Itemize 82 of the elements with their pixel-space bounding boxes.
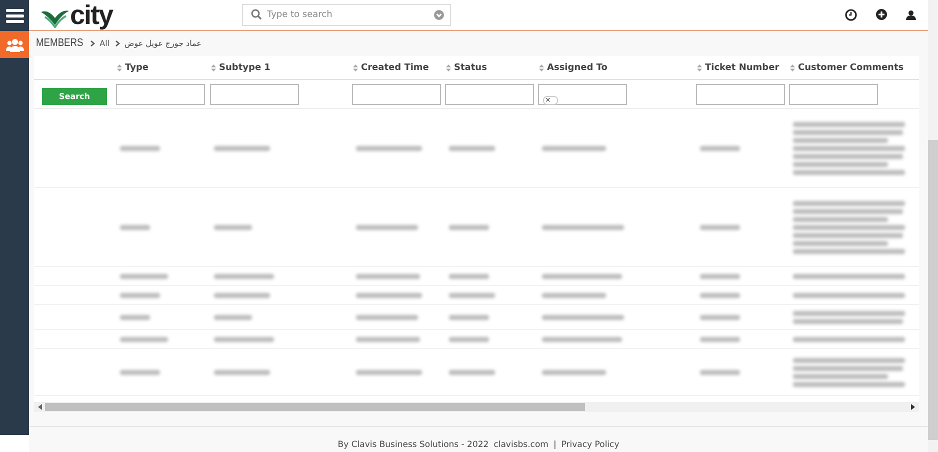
scroll-left-icon[interactable] [38,404,42,410]
blurred-text [449,292,495,298]
blurred-text [449,224,489,230]
chevron-icon [90,40,95,47]
blurred-text [214,274,274,279]
vertical-scrollbar[interactable] [928,0,938,452]
members-nav-button[interactable] [0,31,29,58]
horizontal-scrollbar[interactable] [34,402,919,412]
blurred-text [214,146,270,151]
blurred-text [356,274,420,279]
sort-icon [790,64,795,72]
breadcrumb-item[interactable]: All [100,38,110,48]
filter-field[interactable] [445,84,534,105]
filter-field[interactable] [696,84,785,105]
blurred-text [214,224,252,230]
blurred-text [120,370,160,375]
blurred-text [356,224,418,230]
blurred-text [700,224,740,230]
blurred-text [449,336,489,342]
blurred-text [120,314,150,320]
blurred-text [700,336,740,342]
blurred-text [120,224,150,230]
blurred-text [542,146,606,151]
blurred-text [120,292,160,298]
blurred-text [356,314,418,320]
blurred-text [214,292,270,298]
footer-separator: | [553,440,556,450]
column-header[interactable]: Customer Comments [787,62,918,73]
blurred-text [700,146,740,151]
sort-icon [446,64,451,72]
footer-text: By Clavis Business Solutions - 2022 [338,440,489,450]
logo-text: city [70,2,113,28]
breadcrumb-item[interactable]: MEMBERS [36,37,84,50]
footer-link[interactable]: clavisbs.com [494,440,548,450]
column-header[interactable]: Type [114,62,208,73]
dropdown-icon[interactable] [434,10,444,20]
sort-icon [697,64,702,72]
sort-icon [117,64,122,72]
column-header[interactable]: Ticket Number [694,62,787,73]
add-icon[interactable] [876,9,887,20]
blurred-text [356,146,422,151]
blurred-text [449,146,495,151]
clock-icon[interactable] [845,8,857,21]
filter-field[interactable] [210,84,299,105]
blurred-text [356,370,422,375]
blurred-text [449,314,489,320]
scroll-right-icon[interactable] [911,404,915,410]
user-icon[interactable] [906,10,916,20]
footer-link[interactable]: Privacy Policy [561,440,620,450]
blurred-text [356,336,420,342]
filter-field[interactable] [352,84,441,105]
blurred-text [700,314,740,320]
blurred-text [449,274,489,279]
column-header[interactable]: Status [443,62,536,73]
blurred-text [542,370,606,375]
people-icon [6,38,24,52]
column-header[interactable]: Created Time [350,62,443,73]
blurred-text [214,336,274,342]
search-field[interactable]: Type to search [242,4,451,26]
sort-icon [353,64,358,72]
filter-field[interactable] [116,84,205,105]
blurred-text [700,292,740,298]
blurred-text [214,370,270,375]
filter-field[interactable] [789,84,878,105]
menu-icon[interactable] [6,9,24,23]
column-header[interactable]: Assigned To [536,62,694,73]
blurred-text [120,146,160,151]
breadcrumb-item: عماد جورج عويل عوض [124,38,202,48]
search-icon [251,9,262,20]
blurred-text [449,370,495,375]
blurred-text [214,314,252,320]
chevron-icon [114,40,120,47]
sort-icon [539,64,544,72]
blurred-text [120,336,168,342]
blurred-text [700,274,740,279]
sort-icon [211,64,216,72]
column-header[interactable]: Subtype 1 [208,62,350,73]
blurred-text [542,292,606,298]
blurred-text [120,274,168,279]
blurred-text [356,292,422,298]
leaf-logo-icon [40,8,70,28]
blurred-text [700,370,740,375]
